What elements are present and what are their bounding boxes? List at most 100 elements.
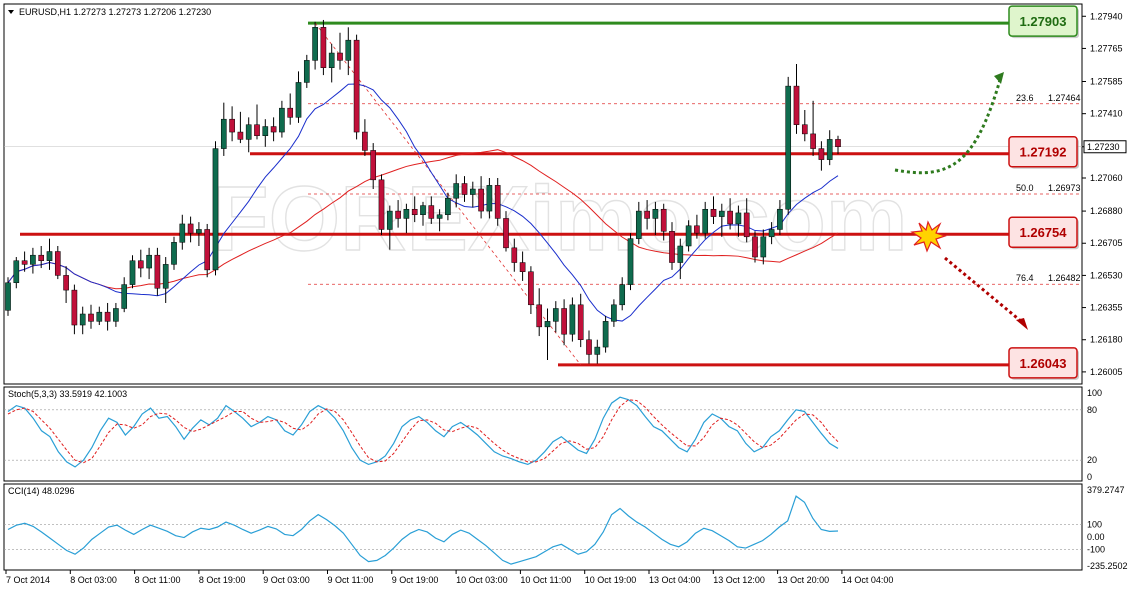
- candle-bull: [735, 212, 742, 225]
- candle-bull: [569, 304, 576, 335]
- time-tick-label: 9 Oct 11:00: [328, 575, 374, 585]
- candle-bear: [801, 124, 808, 135]
- time-tick-label: 13 Oct 12:00: [713, 575, 765, 585]
- candle-bull: [79, 313, 86, 326]
- time-tick-label: 9 Oct 03:00: [263, 575, 310, 585]
- candle-bull: [635, 210, 642, 239]
- candle-bull: [677, 245, 684, 263]
- candle-bear: [660, 208, 667, 232]
- candle-bear: [71, 289, 78, 326]
- candle-bull: [295, 82, 302, 118]
- candle-bear: [229, 118, 235, 133]
- time-axis: 7 Oct 2014 8 Oct 03:00 8 Oct 11:00 8 Oct 19…: [5, 570, 894, 585]
- candle-bear: [320, 27, 327, 68]
- candle-bull: [627, 238, 634, 285]
- candle-bear: [104, 311, 111, 322]
- candle-bull: [652, 208, 659, 219]
- stoch-header: Stoch(5,3,3) 33.5919 42.1003: [8, 389, 127, 399]
- candle-bull: [785, 85, 792, 210]
- candle-bear: [644, 210, 650, 219]
- fib-price-label: 1.26973: [1048, 183, 1081, 193]
- stoch-level-label: 0: [1087, 472, 1092, 482]
- cci-level-label: -235.2502: [1087, 561, 1128, 571]
- candle-bear: [519, 262, 526, 272]
- candle-bull: [602, 321, 609, 348]
- candle-bear: [54, 251, 61, 276]
- candle-bear: [270, 126, 277, 133]
- fib-ratio-label: 50.0: [1016, 183, 1034, 193]
- candle-bear: [494, 185, 501, 219]
- candle-bull: [245, 124, 252, 140]
- price-tick-label: 1.26530: [1090, 270, 1123, 280]
- candle-bear: [710, 208, 717, 217]
- candle-bear: [337, 52, 343, 61]
- candle-bear: [204, 229, 211, 271]
- price-tick-label: 1.26005: [1090, 367, 1123, 377]
- price-tick-label: 1.27585: [1090, 77, 1123, 87]
- candle-bull: [179, 223, 186, 243]
- candle-bull: [220, 118, 227, 149]
- candle-bear: [743, 212, 750, 238]
- candle-bull: [777, 208, 783, 230]
- candle-bear: [237, 131, 244, 140]
- time-tick-label: 14 Oct 04:00: [842, 575, 894, 585]
- stoch-level-label: 80: [1087, 405, 1097, 415]
- candle-bull: [13, 260, 20, 284]
- time-tick-label: 13 Oct 20:00: [778, 575, 830, 585]
- price-axis: 1.27940 1.27765 1.27585 1.27410 1.27230 1.270…: [1082, 11, 1127, 377]
- candle-bear: [810, 133, 816, 149]
- candle-bear: [536, 304, 543, 328]
- price-tick-label: 1.26180: [1090, 335, 1123, 345]
- candle-bear: [254, 124, 260, 136]
- candle-bear: [63, 275, 69, 291]
- cci-level-label: -100: [1087, 544, 1105, 554]
- candle-bull: [486, 185, 493, 212]
- price-tick-label: 1.26355: [1090, 303, 1123, 313]
- candle-bear: [793, 85, 800, 125]
- time-tick-label: 10 Oct 11:00: [520, 575, 571, 585]
- cci-header: CCI(14) 48.0296: [8, 486, 75, 496]
- candle-bull: [420, 205, 426, 216]
- time-tick-label: 8 Oct 03:00: [70, 575, 117, 585]
- candle-bull: [279, 107, 285, 133]
- candle-bear: [21, 260, 28, 265]
- price-tick-label: 1.27940: [1090, 11, 1123, 21]
- candle-bull: [262, 126, 269, 136]
- candle-bear: [428, 205, 435, 219]
- price-tick-label: 1.27060: [1090, 173, 1123, 183]
- stoch-level-label: 100: [1087, 388, 1102, 398]
- candle-bear: [137, 260, 144, 269]
- candle-bull: [469, 188, 476, 195]
- candle-bull: [328, 52, 335, 68]
- candle-bull: [718, 210, 725, 217]
- candle-bear: [727, 210, 733, 225]
- stoch-level-label: 20: [1087, 455, 1097, 465]
- candle-bull: [30, 254, 36, 265]
- time-tick-label: 9 Oct 19:00: [392, 575, 439, 585]
- candle-bull: [403, 208, 410, 219]
- candle-bull: [303, 60, 310, 83]
- fib-ratio-label: 23.6: [1016, 93, 1034, 103]
- candle-bull: [386, 210, 393, 230]
- time-tick-label: 7 Oct 2014: [6, 575, 50, 585]
- candle-bear: [835, 139, 841, 148]
- price-tick-label: 1.27410: [1090, 109, 1123, 119]
- candle-bull: [826, 139, 833, 160]
- candle-bull: [162, 264, 169, 289]
- cci-level-label: 100: [1087, 520, 1102, 530]
- level-box-label: 1.27903: [1020, 14, 1067, 29]
- time-tick-label: 8 Oct 11:00: [135, 575, 181, 585]
- candle-bull: [345, 39, 352, 61]
- price-tick-label: 1.27765: [1090, 43, 1123, 53]
- candle-bear: [694, 225, 700, 234]
- candle-bear: [561, 308, 567, 335]
- candle-bull: [436, 214, 443, 219]
- candle-bull: [312, 27, 318, 61]
- time-tick-label: 13 Oct 04:00: [649, 575, 701, 585]
- candle-bull: [611, 304, 617, 322]
- candle-bull: [5, 282, 11, 311]
- cci-level-label: 0.00: [1087, 532, 1105, 542]
- candle-bear: [38, 254, 45, 261]
- candle-bear: [528, 271, 534, 306]
- candle-bull: [212, 148, 219, 271]
